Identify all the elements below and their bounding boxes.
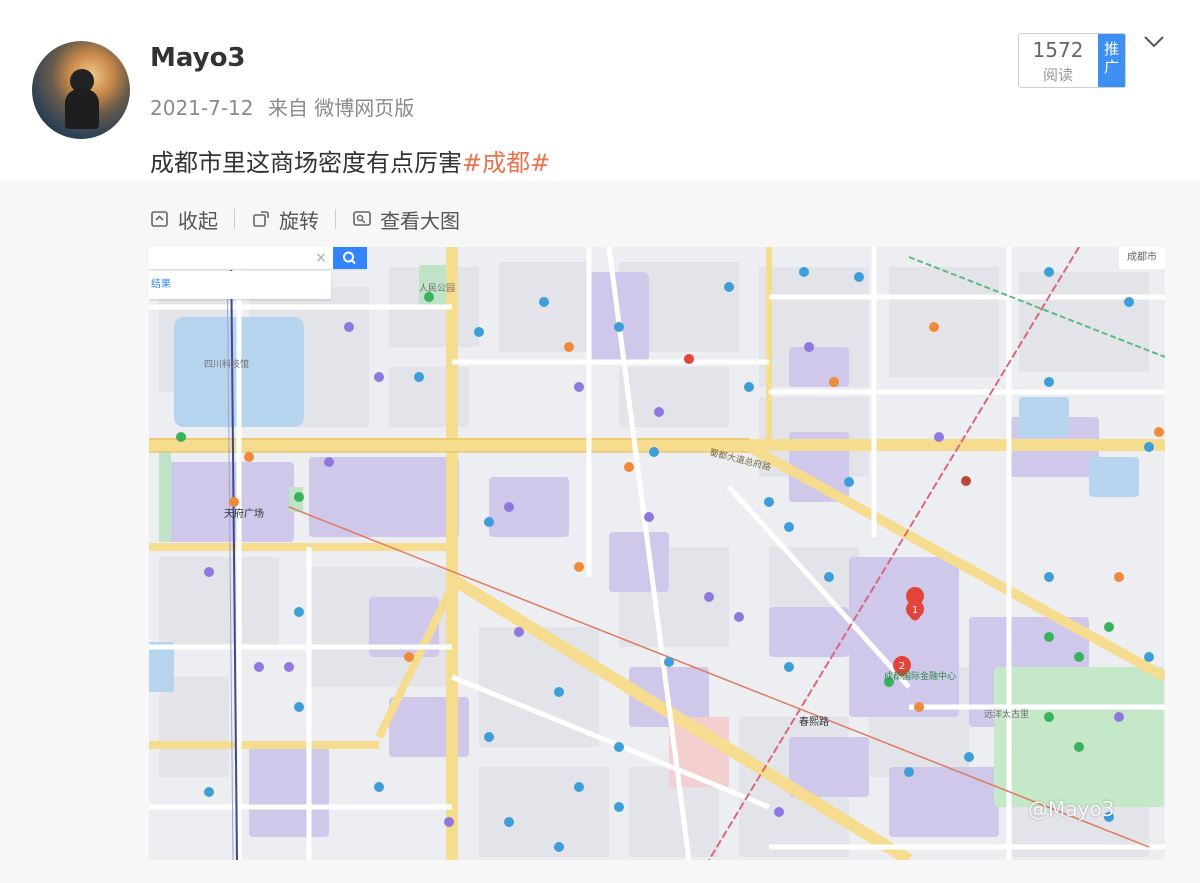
search-icon <box>343 251 356 265</box>
weibo-watermark: @Mayo3 <box>1028 797 1115 821</box>
map-label-ifs: 成都国际金融中心 <box>884 670 956 682</box>
marker-2-label: 2 <box>899 661 905 672</box>
rotate-label: 旋转 <box>279 208 319 233</box>
map-search-hint[interactable]: 结果 <box>149 271 331 299</box>
avatar-figure-body <box>65 89 99 129</box>
map-canvas: 1 2 天府广场 春熙路 蜀都大道总府路 成都国际金融中心 远洋太古里 四川科技… <box>149 247 1165 860</box>
post-meta: 2021-7-12 来自 微博网页版 <box>150 92 422 121</box>
view-large-icon <box>353 211 371 226</box>
collapse-button[interactable]: 收起 <box>150 205 218 234</box>
user-avatar[interactable] <box>32 41 130 139</box>
hashtag-link[interactable]: #成都# <box>462 149 550 177</box>
close-icon[interactable]: × <box>311 247 331 269</box>
map-label-taikooli: 远洋太古里 <box>984 708 1029 720</box>
username[interactable]: Mayo3 <box>150 43 246 73</box>
map-city-tag: 成都市 <box>1119 247 1165 269</box>
marker-1-label: 1 <box>912 605 918 616</box>
chevron-down-icon[interactable] <box>1142 32 1166 52</box>
rotate-icon <box>253 211 269 227</box>
post-source: 来自 微博网页版 <box>267 96 415 120</box>
map-search-bar[interactable]: × <box>149 247 367 270</box>
search-button[interactable] <box>333 247 367 269</box>
collapse-label: 收起 <box>178 208 218 233</box>
view-large-button[interactable]: 查看大图 <box>352 205 460 234</box>
read-label: 阅读 <box>1042 66 1073 84</box>
toolbar-divider <box>335 209 336 229</box>
image-toolbar: 收起 旋转 查看大图 <box>150 205 460 234</box>
map-label-park: 人民公园 <box>419 283 455 294</box>
weibo-post-card: Mayo3 2021-7-12 来自 微博网页版 1572 阅读 推广 成都市里… <box>0 0 1200 883</box>
map-label-museum: 四川科技馆 <box>204 358 249 370</box>
post-text-main: 成都市里这商场密度有点厉害 <box>150 149 462 177</box>
view-large-label: 查看大图 <box>380 208 460 233</box>
toolbar-divider <box>234 209 235 229</box>
map-label-tianfu: 天府广场 <box>224 507 264 520</box>
post-text: 成都市里这商场密度有点厉害#成都# <box>150 143 550 178</box>
collapse-icon <box>151 211 168 227</box>
post-date[interactable]: 2021-7-12 <box>150 96 254 120</box>
map-label-chunxi: 春熙路 <box>799 715 829 728</box>
map-image[interactable]: 1 2 天府广场 春熙路 蜀都大道总府路 成都国际金融中心 远洋太古里 四川科技… <box>149 247 1165 860</box>
read-count-box: 1572 阅读 推广 <box>1018 33 1126 88</box>
read-count: 1572 <box>1032 38 1084 62</box>
rotate-button[interactable]: 旋转 <box>251 205 319 234</box>
promote-button[interactable]: 推广 <box>1098 34 1125 87</box>
